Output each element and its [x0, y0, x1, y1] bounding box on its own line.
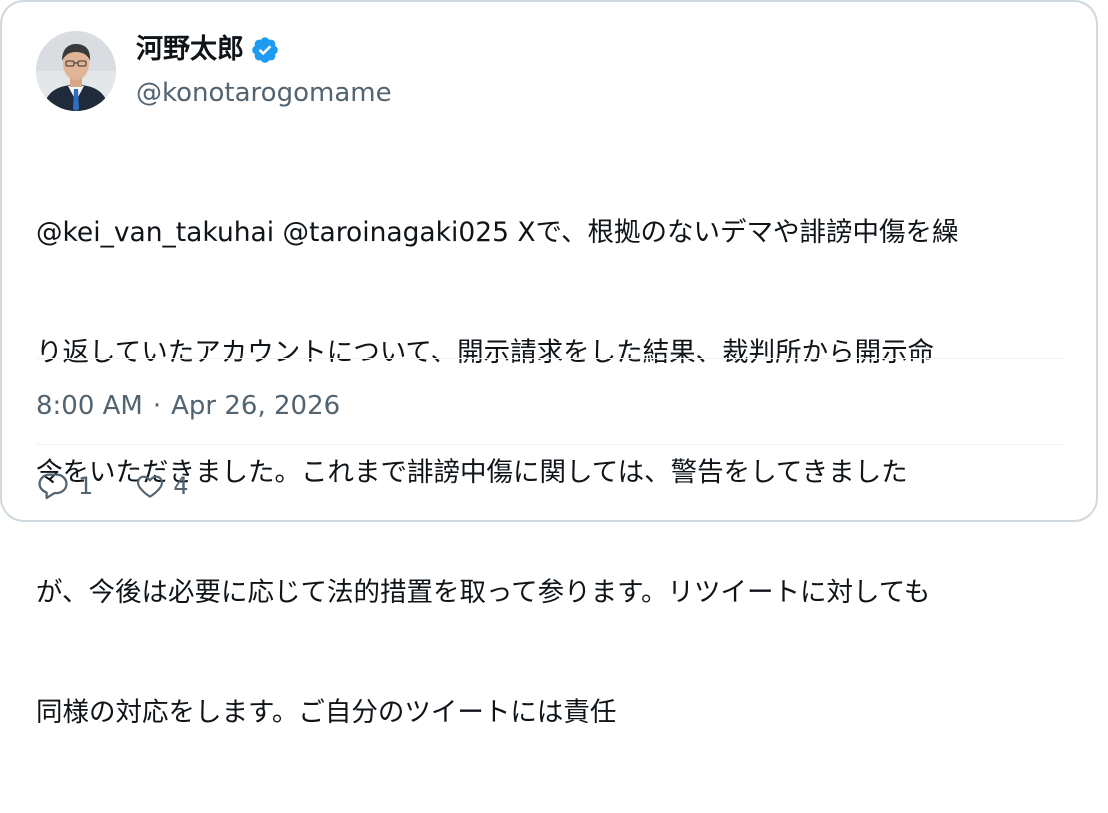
- divider: [36, 358, 1064, 359]
- divider: [36, 444, 1064, 445]
- author-name-row[interactable]: 河野太郎: [136, 30, 280, 70]
- reply-button[interactable]: 1: [36, 469, 93, 503]
- like-count: 4: [173, 472, 189, 500]
- author-display-name[interactable]: 河野太郎: [136, 30, 244, 70]
- meta-separator: ·: [152, 391, 162, 421]
- tweet-text-line: り返していたアカウントについて、開示請求をした結果、裁判所から開示命: [36, 337, 935, 368]
- tweet-card[interactable]: 河野太郎 @konotarogomame @kei_van_takuhai @t…: [0, 0, 1098, 728]
- tweet-time[interactable]: 8:00 AM: [36, 386, 143, 426]
- tweet-text-line: が、今後は必要に応じて法的措置を取って参ります。リツイートに対しても: [36, 577, 931, 608]
- heart-icon[interactable]: [135, 471, 165, 501]
- reply-bubble-icon[interactable]: [36, 469, 70, 503]
- tweet-date[interactable]: Apr 26, 2026: [171, 386, 340, 426]
- reply-count: 1: [78, 472, 94, 500]
- like-button[interactable]: 4: [135, 471, 189, 501]
- author-handle[interactable]: @konotarogomame: [136, 74, 392, 112]
- tweet-text: @kei_van_takuhai @taroinagaki025 Xで、根拠のな…: [36, 133, 1076, 813]
- verified-badge-icon: [250, 35, 280, 65]
- tweet-text-line: 同様の対応をします。ご自分のツイートには責任: [36, 697, 617, 728]
- avatar[interactable]: [36, 31, 116, 111]
- tweet-timestamp[interactable]: 8:00 AM · Apr 26, 2026: [36, 386, 340, 426]
- avatar-portrait-icon: [36, 31, 116, 111]
- tweet-text-line: 令をいただきました。これまで誹謗中傷に関しては、警告をしてきました: [36, 457, 908, 488]
- action-bar: 1 4: [36, 466, 189, 506]
- tweet-text-line: @kei_van_takuhai @taroinagaki025 Xで、根拠のな…: [36, 217, 959, 248]
